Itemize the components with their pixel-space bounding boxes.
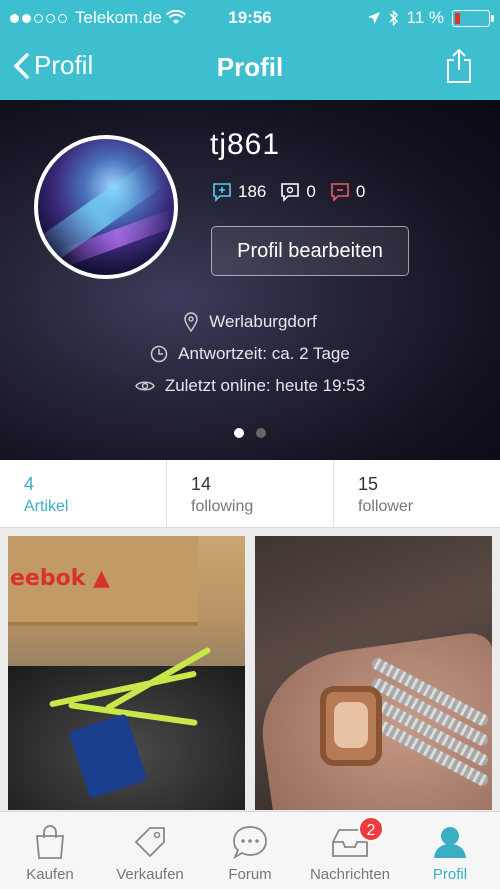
chat-icon	[233, 826, 267, 860]
plus-bubble-icon	[213, 183, 231, 202]
positive-rating: 186	[212, 182, 266, 202]
profile-header: tj861 186 0 0 Profil bearbeiten Werlabur…	[0, 100, 500, 460]
articles-count: 4	[24, 474, 35, 494]
location-arrow-icon	[367, 12, 380, 24]
top-bar: Telekom.de 19:56 11 % Profil Profil	[0, 0, 500, 100]
person-icon	[434, 827, 466, 858]
follower-label: follower	[358, 498, 414, 515]
tab-kaufen[interactable]: Kaufen	[0, 812, 100, 889]
battery-icon	[452, 9, 494, 27]
location-pin-icon	[184, 312, 199, 332]
article-card-watch[interactable]	[255, 536, 492, 810]
eye-icon	[134, 381, 155, 391]
username: tj861	[210, 128, 281, 161]
location-text: Werlaburgdorf	[209, 312, 317, 331]
tab-forum[interactable]: Forum	[200, 812, 300, 889]
share-icon	[447, 48, 471, 83]
article-card-shoes[interactable]: eebok ▲	[8, 536, 245, 810]
page-dot-2[interactable]	[256, 428, 266, 438]
page-indicator[interactable]	[0, 428, 500, 438]
bag-icon	[36, 825, 64, 859]
neutral-count: 0	[306, 182, 316, 201]
tab-nachrichten[interactable]: 2 Nachrichten	[300, 812, 400, 889]
status-bar: Telekom.de 19:56 11 %	[0, 0, 500, 36]
neutral-rating: 0	[280, 182, 316, 202]
response-time-text: Antwortzeit: ca. 2 Tage	[178, 344, 350, 363]
follower-tab[interactable]: 15 follower	[334, 460, 500, 527]
page-title: Profil	[216, 52, 284, 82]
navigation-bar: Profil Profil	[0, 40, 500, 96]
tab-label: Forum	[228, 866, 272, 883]
positive-count: 186	[238, 182, 267, 201]
tab-label: Nachrichten	[309, 866, 391, 883]
battery-percent: 11 %	[406, 8, 445, 27]
tag-icon	[134, 827, 165, 858]
tab-profil[interactable]: Profil	[400, 812, 500, 889]
following-count: 14	[191, 474, 212, 494]
neutral-bubble-icon	[281, 183, 300, 202]
edit-profile-button[interactable]: Profil bearbeiten	[211, 226, 409, 276]
status-right: 11 %	[367, 8, 494, 28]
tab-bar: Kaufen Verkaufen Forum 2 Nachrichten Pro…	[0, 811, 500, 889]
articles-label: Artikel	[24, 498, 69, 515]
last-online-text: Zuletzt online: heute 19:53	[164, 376, 366, 395]
tab-verkaufen[interactable]: Verkaufen	[100, 812, 200, 889]
notification-badge: 2	[358, 816, 384, 842]
response-time-row: Antwortzeit: ca. 2 Tage	[0, 344, 500, 364]
minus-bubble-icon	[331, 183, 349, 202]
tab-label: Verkaufen	[116, 866, 184, 883]
negative-count: 0	[355, 182, 366, 201]
article-image	[255, 536, 492, 810]
avatar[interactable]	[34, 135, 178, 279]
articles-tab[interactable]: 4 Artikel	[0, 460, 167, 527]
page-dot-1[interactable]	[234, 428, 244, 438]
tab-label: Profil	[432, 866, 468, 883]
following-tab[interactable]: 14 following	[167, 460, 334, 527]
article-grid: eebok ▲	[8, 536, 492, 810]
bluetooth-icon	[388, 10, 398, 26]
follower-count: 15	[358, 474, 379, 494]
clock-icon	[150, 345, 168, 363]
share-button[interactable]	[446, 48, 472, 89]
location-row: Werlaburgdorf	[0, 312, 500, 332]
profile-counts: 4 Artikel 14 following 15 follower	[0, 460, 500, 528]
article-image: eebok ▲	[8, 536, 245, 810]
rating-stats: 186 0 0	[212, 182, 365, 202]
last-online-row: Zuletzt online: heute 19:53	[0, 376, 500, 396]
negative-rating: 0	[330, 182, 365, 202]
tab-label: Kaufen	[26, 866, 74, 883]
following-label: following	[191, 498, 254, 515]
